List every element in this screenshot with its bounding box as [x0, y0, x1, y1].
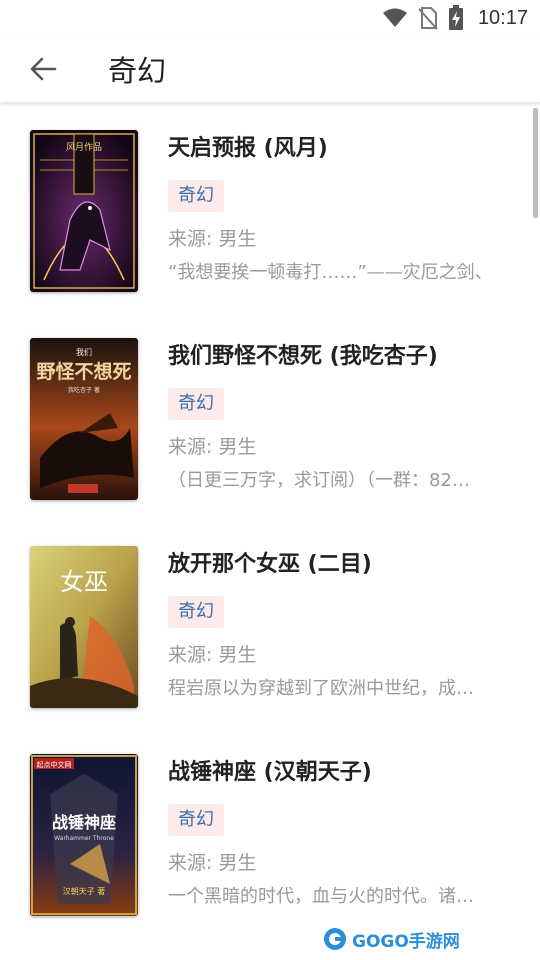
book-item[interactable]: 女巫 放开那个女巫 (二目) 奇幻 来源: 男生 程岩原以为穿越到了欧洲中世纪，… [30, 546, 510, 710]
book-title[interactable]: 我们野怪不想死 (我吃杏子) [168, 342, 510, 372]
no-sim-icon [418, 6, 438, 30]
book-cover[interactable]: 我们 野怪不想死 我吃杏子 著 [30, 338, 138, 500]
cover-text: 战锤神座 [52, 813, 116, 832]
book-title[interactable]: 放开那个女巫 (二目) [168, 550, 510, 580]
cover-text: 风月作品 [66, 141, 102, 153]
book-list: 风月作品 天启预报 (风月) 奇幻 来源: 男生 “我想要挨一顿毒打……”——灾… [0, 102, 540, 960]
book-source: 来源: 男生 [168, 852, 257, 874]
battery-charging-icon [448, 5, 464, 31]
book-description: 程岩原以为穿越到了欧洲中世纪，成… [168, 678, 474, 699]
watermark-text: GOGO手游网 [352, 931, 460, 952]
book-source: 来源: 男生 [168, 436, 257, 458]
book-cover[interactable]: 起点中文网 战锤神座 Warhammer Throne 汉朝天子 著 [30, 754, 138, 916]
cover-text: 野怪不想死 [36, 360, 131, 383]
cover-subtitle: Warhammer Throne [54, 835, 114, 842]
cover-author: 汉朝天子 著 [63, 886, 106, 896]
genre-tag: 奇幻 [168, 388, 224, 420]
cover-brand: 起点中文网 [37, 760, 72, 769]
watermark: GOGO手游网 [322, 924, 460, 954]
cover-subtitle: 我们 [76, 347, 92, 357]
book-source: 来源: 男生 [168, 644, 257, 666]
wifi-icon [382, 7, 408, 29]
book-cover[interactable]: 女巫 [30, 546, 138, 708]
book-item[interactable]: 起点中文网 战锤神座 Warhammer Throne 汉朝天子 著 战锤神座 … [30, 754, 510, 918]
book-item[interactable]: 我们 野怪不想死 我吃杏子 著 我们野怪不想死 (我吃杏子) 奇幻 来源: 男生… [30, 338, 510, 502]
book-title[interactable]: 战锤神座 (汉朝天子) [168, 758, 510, 788]
book-item[interactable]: 风月作品 天启预报 (风月) 奇幻 来源: 男生 “我想要挨一顿毒打……”——灾… [30, 130, 510, 294]
book-description: 一个黑暗的时代，血与火的时代。诸… [168, 886, 474, 907]
cover-author: 我吃杏子 著 [68, 386, 100, 394]
book-title[interactable]: 天启预报 (风月) [168, 134, 510, 164]
book-description: “我想要挨一顿毒打……”——灾厄之剑、 [168, 262, 493, 283]
genre-tag: 奇幻 [168, 596, 224, 628]
back-button[interactable] [14, 40, 72, 98]
cover-text: 女巫 [60, 568, 108, 596]
genre-tag: 奇幻 [168, 180, 224, 212]
app-bar: 奇幻 [0, 36, 540, 102]
page-title: 奇幻 [108, 54, 167, 88]
book-source: 来源: 男生 [168, 228, 257, 250]
arrow-left-icon [30, 57, 57, 81]
book-cover[interactable]: 风月作品 [30, 130, 138, 292]
status-time: 10:17 [477, 6, 528, 29]
gogo-logo-icon [324, 928, 346, 950]
genre-tag: 奇幻 [168, 804, 224, 836]
book-description: （日更三万字，求订阅）（一群：82… [168, 470, 470, 491]
status-bar: 10:17 [0, 0, 540, 36]
